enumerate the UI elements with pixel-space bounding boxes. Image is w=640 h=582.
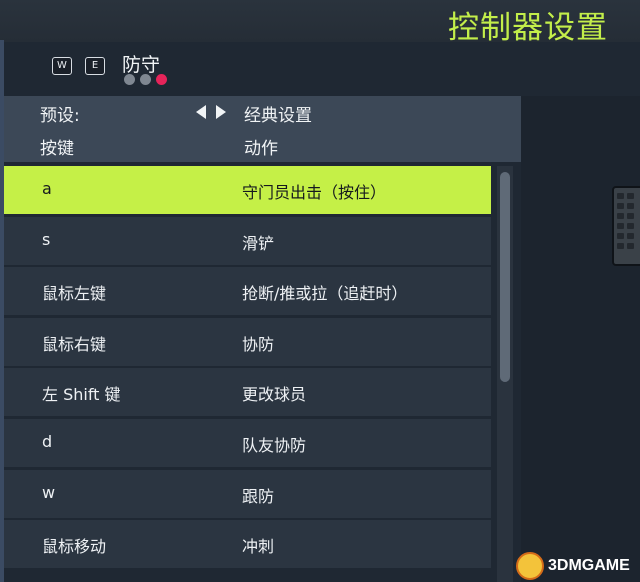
binding-action: 跟防 [242,486,275,506]
watermark-logo-icon [516,552,544,580]
device-preview-panel [521,96,640,582]
binding-action: 滑铲 [242,233,275,253]
page-title: 控制器设置 [448,10,608,46]
binding-key: 左 Shift 键 [42,385,121,405]
watermark-text: 3DMGAME [548,557,630,574]
binding-row[interactable]: s 滑铲 [4,216,491,265]
binding-row[interactable]: w 跟防 [4,469,491,518]
preset-prev-arrow-icon[interactable] [196,105,206,119]
binding-action: 队友协防 [242,435,307,455]
binding-row[interactable]: 左 Shift 键 更改球员 [4,368,491,417]
column-header-action: 动作 [244,139,278,159]
next-tab-key-hint[interactable]: E [85,57,105,75]
preset-value[interactable]: 经典设置 [244,101,312,126]
binding-action: 抢断/推或拉（追赶时） [242,284,408,304]
binding-key: w [42,482,56,502]
scrollbar-thumb[interactable] [500,172,510,382]
preset-label: 预设: [40,106,80,126]
binding-row[interactable]: a 守门员出击（按住） [4,166,491,214]
page-dot-1 [124,74,135,85]
prev-tab-key-hint[interactable]: W [52,57,72,75]
binding-action: 冲刺 [242,537,275,557]
binding-key: 鼠标左键 [42,284,107,304]
preset-next-arrow-icon[interactable] [216,105,226,119]
binding-row[interactable]: 鼠标右键 协防 [4,317,491,366]
binding-action: 协防 [242,334,275,354]
binding-key: d [42,431,53,451]
watermark: 3DMGAME [516,552,630,580]
page-dot-3-active [156,74,167,85]
column-header-key: 按键 [40,139,74,159]
binding-action: 守门员出击（按住） [242,183,387,202]
tab-defense[interactable]: 防守 [122,50,160,77]
page-dot-2 [140,74,151,85]
binding-key: a [42,179,52,198]
binding-list: a 守门员出击（按住） s 滑铲 鼠标左键 抢断/推或拉（追赶时） 鼠标右键 协… [4,166,491,571]
binding-key: 鼠标移动 [42,537,107,557]
binding-row[interactable]: 鼠标移动 冲刺 [4,520,491,569]
tab-page-indicator [124,74,167,85]
binding-key: s [42,229,51,249]
binding-row[interactable]: 鼠标左键 抢断/推或拉（追赶时） [4,267,491,316]
top-bar: 控制器设置 [0,0,640,46]
binding-key: 鼠标右键 [42,334,107,354]
binding-action: 更改球员 [242,385,307,405]
keyboard-icon [612,186,640,266]
binding-row[interactable]: d 队友协防 [4,418,491,467]
